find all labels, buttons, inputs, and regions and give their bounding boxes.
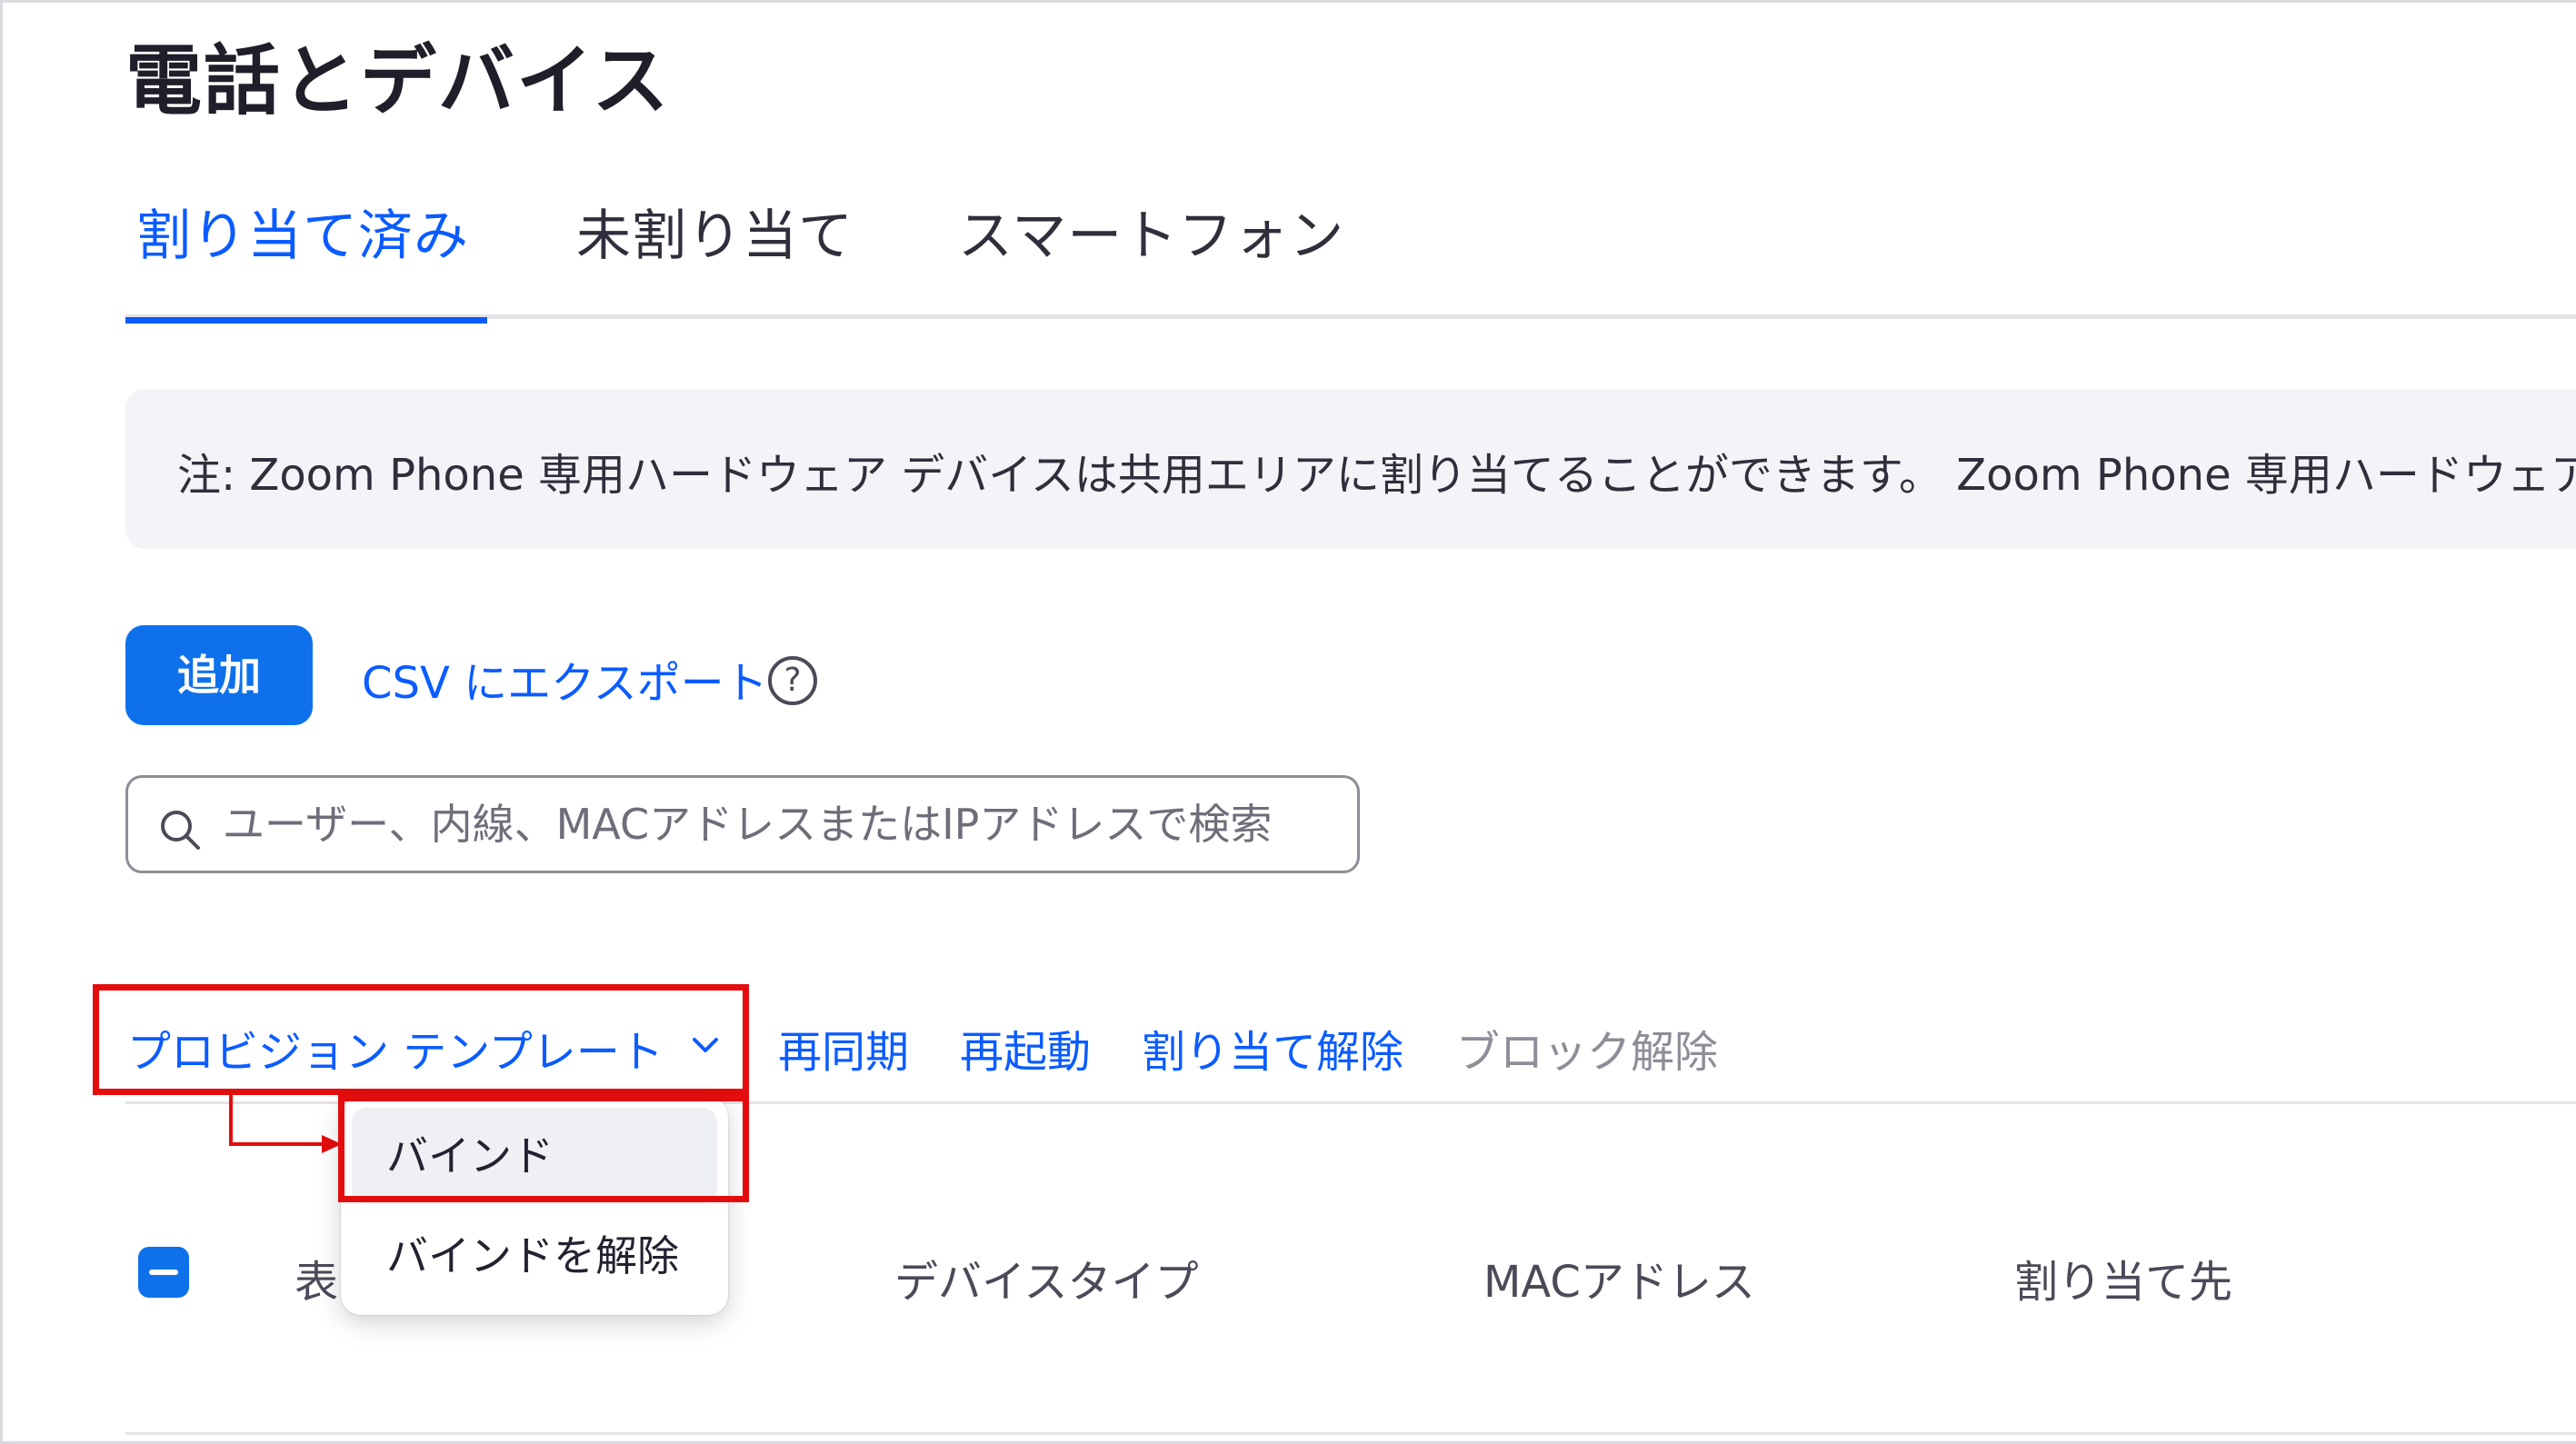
table-bottom-divider	[125, 1432, 2576, 1435]
tab-smartphone-label: スマートフォン	[958, 204, 1345, 268]
tab-unassigned-label: 未割り当て	[576, 204, 854, 268]
tab-smartphone[interactable]: スマートフォン	[958, 195, 1344, 319]
page-title: 電話とデバイス	[125, 36, 671, 125]
search-box	[125, 775, 1360, 873]
export-csv-link[interactable]: CSV にエクスポート	[362, 647, 768, 711]
restart-button[interactable]: 再起動	[960, 1016, 1091, 1080]
help-icon[interactable]: ?	[768, 656, 817, 705]
column-header-display[interactable]: 表	[295, 1246, 338, 1310]
active-tab-indicator	[125, 317, 487, 324]
notice-text: 注: Zoom Phone 専用ハードウェア デバイスは共用エリアに割り当てるこ…	[177, 450, 2576, 501]
search-icon	[161, 811, 200, 850]
select-all-checkbox[interactable]	[138, 1247, 189, 1298]
column-header-device-type[interactable]: デバイスタイプ	[894, 1246, 1199, 1310]
tab-unassigned[interactable]: 未割り当て	[576, 195, 854, 319]
tab-assigned-label: 割り当て済み	[136, 204, 469, 268]
tab-bar: 割り当て済み 未割り当て スマートフォン	[125, 195, 2576, 324]
tab-assigned[interactable]: 割り当て済み	[125, 195, 487, 324]
column-header-mac-address[interactable]: MACアドレス	[1483, 1246, 1755, 1310]
unblock-button[interactable]: ブロック解除	[1456, 1016, 1718, 1080]
resync-button[interactable]: 再同期	[778, 1016, 909, 1080]
unassign-button[interactable]: 割り当て解除	[1142, 1016, 1403, 1080]
notice-banner: 注: Zoom Phone 専用ハードウェア デバイスは共用エリアに割り当てるこ…	[125, 389, 2576, 549]
column-header-assigned-to[interactable]: 割り当て先	[2014, 1246, 2232, 1310]
search-input[interactable]	[223, 778, 1341, 871]
menu-item-unbind[interactable]: バインドを解除	[352, 1208, 717, 1304]
callout-arrow-icon	[229, 1093, 342, 1153]
add-button[interactable]: 追加	[125, 625, 313, 725]
highlight-box-provision-template	[93, 984, 749, 1095]
highlight-box-bind	[338, 1095, 749, 1202]
